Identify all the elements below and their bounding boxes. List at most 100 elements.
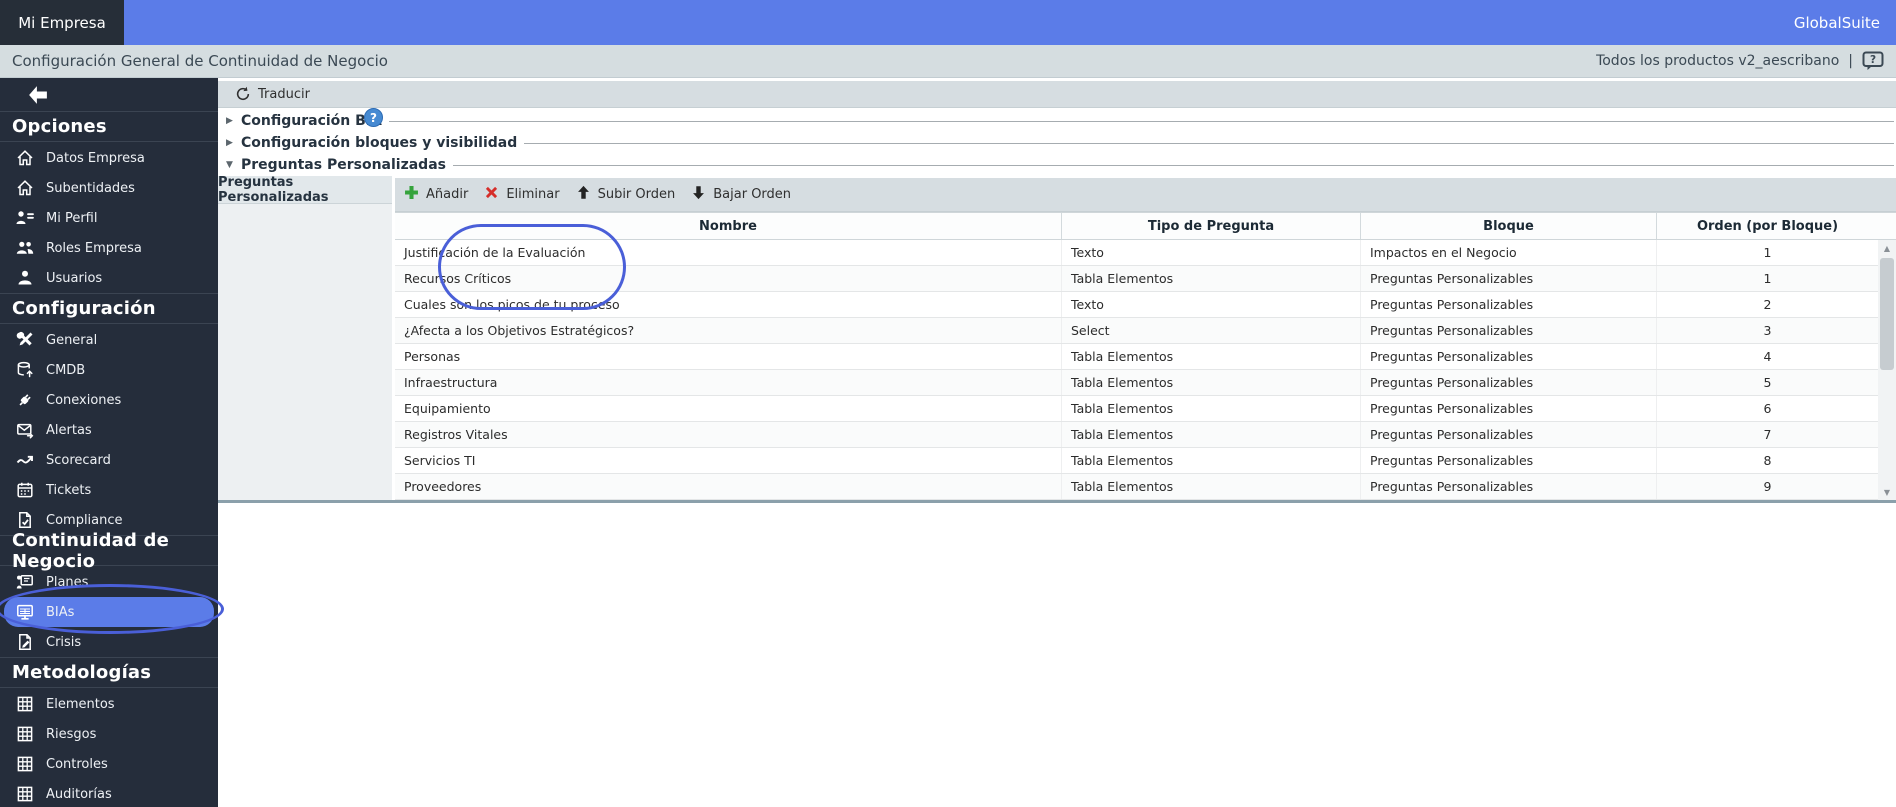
sidebar-item-datos-empresa[interactable]: Datos Empresa xyxy=(0,143,218,173)
cell-bloque: Preguntas Personalizables xyxy=(1361,396,1657,421)
cell-bloque: Preguntas Personalizables xyxy=(1361,318,1657,343)
sidebar-item-subentidades[interactable]: Subentidades xyxy=(0,173,218,203)
translate-toolbar: Traducir xyxy=(218,81,1896,108)
sidebar-item-label: Usuarios xyxy=(46,270,103,286)
column-header-nombre[interactable]: Nombre xyxy=(395,213,1062,239)
cell-bloque: Preguntas Personalizables xyxy=(1361,448,1657,473)
toolbar-button-label: Eliminar xyxy=(506,187,560,202)
x-icon xyxy=(483,184,500,205)
scroll-down-icon[interactable]: ▼ xyxy=(1878,484,1896,500)
back-button[interactable] xyxy=(0,78,218,112)
table-row[interactable]: Justificación de la Evaluación Texto Impac… xyxy=(395,240,1896,266)
sidebar-item-controles[interactable]: Controles xyxy=(0,749,218,779)
column-header-tipo-de-pregunta[interactable]: Tipo de Pregunta xyxy=(1062,213,1361,239)
sidebar-section-title: Metodologías xyxy=(0,658,218,688)
sidebar-item-label: Scorecard xyxy=(46,452,111,468)
cell-nombre: Infraestructura xyxy=(395,370,1062,395)
grid-icon xyxy=(15,694,35,714)
table-header-row: Nombre Tipo de Pregunta Bloque Orden (por B… xyxy=(395,212,1896,240)
sidebar-item-alertas[interactable]: Alertas xyxy=(0,415,218,445)
calendar-icon xyxy=(15,480,35,500)
section-divider xyxy=(452,164,1894,166)
tab-preguntas-personalizadas[interactable]: Preguntas Personalizadas xyxy=(218,175,392,205)
cell-nombre: Cuales son los picos de tu proceso xyxy=(395,292,1062,317)
cell-tipo-de-pregunta: Tabla Elementos xyxy=(1062,474,1361,499)
table-row[interactable]: Equipamiento Tabla Elementos Preguntas Per… xyxy=(395,396,1896,422)
table-row[interactable]: Recursos Críticos Tabla Elementos Pregunta… xyxy=(395,266,1896,292)
database-icon xyxy=(15,360,35,380)
sidebar-section: Opciones Datos Empresa Subentidades Mi Perf… xyxy=(0,112,218,293)
sidebar-item-scorecard[interactable]: Scorecard xyxy=(0,445,218,475)
sidebar-item-mi-perfil[interactable]: Mi Perfil xyxy=(0,203,218,233)
sidebar-item-crisis[interactable]: Crisis xyxy=(0,627,218,657)
section-header-configuracion-bloques-y-visibilidad[interactable]: ▶ Configuración bloques y visibilidad xyxy=(218,132,1896,154)
sidebar-item-riesgos[interactable]: Riesgos xyxy=(0,719,218,749)
table-scrollbar[interactable]: ▲ ▼ xyxy=(1878,240,1896,500)
sidebar-section-title: Continuidad de Negocio xyxy=(0,530,218,572)
chevron-right-icon: ▶ xyxy=(226,116,233,126)
help-icon[interactable]: ? xyxy=(364,108,383,127)
sidebar-section: Continuidad de Negocio Planes BIAs Crisis xyxy=(0,530,218,657)
sidebar-item-cmdb[interactable]: CMDB xyxy=(0,355,218,385)
sidebar-item-tickets[interactable]: Tickets xyxy=(0,475,218,505)
cell-orden-por-bloque: 1 xyxy=(1763,245,1772,260)
bajar-orden-button[interactable]: Bajar Orden xyxy=(690,184,791,205)
section-divider xyxy=(524,142,1894,144)
column-header-bloque[interactable]: Bloque xyxy=(1361,213,1657,239)
sidebar-item-usuarios[interactable]: Usuarios xyxy=(0,263,218,293)
sidebar-item-label: Auditorías xyxy=(46,786,112,802)
table-row[interactable]: Registros Vitales Tabla Elementos Pregunta… xyxy=(395,422,1896,448)
toolbar-button-label: Añadir xyxy=(426,187,469,202)
home-icon xyxy=(15,178,35,198)
cell-bloque: Preguntas Personalizables xyxy=(1361,292,1657,317)
sidebar-item-label: Crisis xyxy=(46,634,82,650)
sidebar-section: Configuración General CMDB Conexiones Alerta… xyxy=(0,293,218,535)
sidebar-item-conexiones[interactable]: Conexiones xyxy=(0,385,218,415)
translate-button[interactable]: Traducir xyxy=(235,86,310,102)
sidebar-item-label: Conexiones xyxy=(46,392,122,408)
document-check-icon xyxy=(15,510,35,530)
sidebar-item-elementos[interactable]: Elementos xyxy=(0,689,218,719)
product-logo: GlobalSuite xyxy=(1793,13,1880,32)
section-header-configuracion-bia[interactable]: ▶ Configuración BIA xyxy=(218,110,1896,132)
table-row[interactable]: Servicios TI Tabla Elementos Preguntas Per… xyxy=(395,448,1896,474)
sidebar-item-roles-empresa[interactable]: Roles Empresa xyxy=(0,233,218,263)
cell-bloque: Preguntas Personalizables xyxy=(1361,266,1657,291)
anadir-button[interactable]: Añadir xyxy=(403,184,468,205)
cell-nombre: Justificación de la Evaluación xyxy=(395,240,1062,265)
separator: | xyxy=(1848,53,1853,69)
cell-orden-por-bloque: 8 xyxy=(1763,453,1772,468)
page-title: Configuración General de Continuidad de … xyxy=(12,52,388,70)
eliminar-button[interactable]: Eliminar xyxy=(483,184,560,205)
table-row[interactable]: Infraestructura Tabla Elementos Preguntas … xyxy=(395,370,1896,396)
company-menu[interactable]: Mi Empresa xyxy=(0,0,124,45)
refresh-icon xyxy=(236,86,250,101)
scroll-thumb[interactable] xyxy=(1880,258,1894,370)
sidebar-item-label: Roles Empresa xyxy=(46,240,142,256)
table-row[interactable]: Cuales son los picos de tu proceso Texto P… xyxy=(395,292,1896,318)
sidebar-item-planes[interactable]: Planes xyxy=(0,567,218,597)
sidebar-item-bias[interactable]: BIAs xyxy=(4,597,214,627)
table-row[interactable]: Proveedores Tabla Elementos Preguntas Pers… xyxy=(395,474,1896,500)
cell-nombre: Servicios TI xyxy=(395,448,1062,473)
table-row[interactable]: Personas Tabla Elementos Preguntas Persona… xyxy=(395,344,1896,370)
section-header-preguntas-personalizadas[interactable]: ▼ Preguntas Personalizadas xyxy=(218,154,1896,176)
cell-nombre: ¿Afecta a los Objetivos Estratégicos? xyxy=(395,318,1062,343)
scroll-up-icon[interactable]: ▲ xyxy=(1878,240,1896,256)
subir-orden-button[interactable]: Subir Orden xyxy=(575,184,675,205)
column-header-orden-por-bloque[interactable]: Orden (por Bloque) xyxy=(1657,213,1878,239)
section-label: Preguntas Personalizadas xyxy=(241,157,446,173)
sidebar-item-auditorias[interactable]: Auditorías xyxy=(0,779,218,807)
top-bar: Mi Empresa GlobalSuite xyxy=(0,0,1896,45)
sidebar-item-label: Datos Empresa xyxy=(46,150,145,166)
arrow-up-icon xyxy=(575,184,592,205)
toolbar-button-label: Bajar Orden xyxy=(713,187,792,202)
cell-orden-por-bloque: 5 xyxy=(1763,375,1772,390)
sidebar-section-title: Configuración xyxy=(0,294,218,324)
panel-bottom-border xyxy=(218,500,1896,503)
cell-orden-por-bloque: 3 xyxy=(1763,323,1772,338)
table-row[interactable]: ¿Afecta a los Objetivos Estratégicos? Sel… xyxy=(395,318,1896,344)
cell-orden-por-bloque: 7 xyxy=(1763,427,1772,442)
sidebar-item-general[interactable]: General xyxy=(0,325,218,355)
chat-question-icon[interactable]: ? xyxy=(1862,51,1884,71)
